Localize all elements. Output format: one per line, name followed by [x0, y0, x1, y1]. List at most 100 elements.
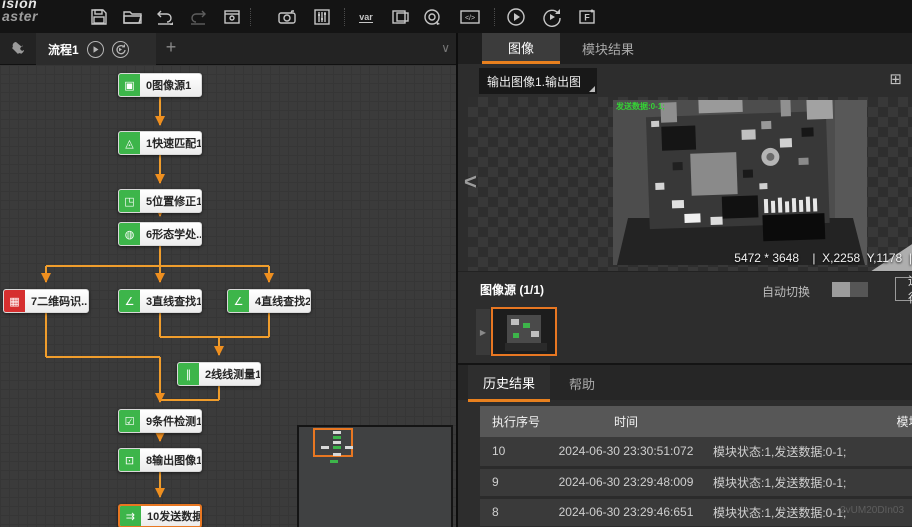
- 5-position-fix-icon: ◳: [119, 190, 140, 212]
- variable-icon[interactable]: var: [352, 6, 380, 28]
- history-header-row: 执行序号 时间 模块数据: [480, 406, 912, 437]
- auto-switch-toggle[interactable]: [832, 282, 868, 297]
- history-cell: 2024-06-30 23:29:46:651: [551, 497, 701, 527]
- image-viewer[interactable]: 发送数据:0-1; 5472 * 3648 | X,2258 Y,1178 |: [468, 97, 912, 271]
- flowchart-canvas[interactable]: ▣0图像源1◬1快速匹配1◳5位置修正1◍6形态学处...▦7二维码识...∠3…: [0, 65, 456, 527]
- flow-node-6-morphology[interactable]: ◍6形态学处...: [118, 222, 202, 246]
- image-overlay-text: 发送数据:0-1;: [616, 101, 665, 112]
- save-icon[interactable]: [88, 6, 110, 28]
- redo-icon[interactable]: [187, 6, 209, 28]
- undo-icon[interactable]: [154, 6, 176, 28]
- toolbar-separator: [344, 8, 345, 26]
- tab-history-result[interactable]: 历史结果: [468, 365, 550, 402]
- flow-node-label: 4直线查找2: [249, 290, 311, 312]
- flow-node-label: 8输出图像1: [140, 449, 202, 471]
- watermark-text: 2vUM20DIn03: [840, 505, 904, 516]
- 4-line-find-2-icon: ∠: [228, 290, 249, 312]
- 3-line-find-1-icon: ∠: [119, 290, 140, 312]
- flow-run-once-button[interactable]: [87, 41, 104, 58]
- add-flow-button[interactable]: +: [160, 37, 182, 58]
- target-run-icon[interactable]: [421, 6, 443, 28]
- svg-text:</>: </>: [465, 15, 475, 22]
- history-cell: 10: [480, 437, 551, 467]
- wrench-icon[interactable]: [10, 40, 26, 61]
- flow-node-label: 0图像源1: [140, 74, 201, 96]
- flow-node-5-position-fix[interactable]: ◳5位置修正1: [118, 189, 202, 213]
- run-button[interactable]: 运行: [895, 277, 912, 301]
- history-cell: 2024-06-30 23:29:48:009: [551, 467, 701, 497]
- tab-image[interactable]: 图像: [482, 33, 560, 64]
- view-selector-row: 输出图像1.输出图 ⊞: [458, 64, 912, 97]
- camera-icon[interactable]: [276, 6, 298, 28]
- history-cell: 9: [480, 467, 551, 497]
- previous-image-chevron-icon[interactable]: <: [464, 169, 477, 195]
- source-thumbnail[interactable]: [491, 307, 557, 356]
- image-status-readout: 5472 * 3648 | X,2258 Y,1178 |: [734, 251, 912, 265]
- flow-node-label: 9条件检测1: [140, 410, 202, 432]
- tab-module-result[interactable]: 模块结果: [560, 33, 656, 64]
- flow-node-7-qrcode[interactable]: ▦7二维码识...: [3, 289, 89, 313]
- 2-line-measure-icon: ∥: [178, 363, 199, 385]
- flow-node-2-line-measure[interactable]: ∥2线线测量1: [177, 362, 261, 386]
- script-icon[interactable]: </>: [459, 6, 481, 28]
- open-folder-icon[interactable]: [121, 6, 143, 28]
- chevron-down-icon[interactable]: ∨: [441, 41, 450, 55]
- flow-node-1-fast-match[interactable]: ◬1快速匹配1: [118, 131, 202, 155]
- col-exec-no: 执行序号: [480, 406, 551, 437]
- flow-header-bar: 流程1 + ∨: [0, 33, 456, 65]
- image-source-section: 图像源 (1/1) 自动切换 运行 ▶: [458, 271, 912, 363]
- 1-fast-match-icon: ◬: [119, 132, 140, 154]
- function-icon[interactable]: F: [576, 6, 598, 28]
- 8-output-image-icon: ⊡: [119, 449, 140, 471]
- right-panel: 图像 模块结果 输出图像1.输出图 ⊞: [456, 33, 912, 527]
- flowchart-minimap[interactable]: [297, 425, 453, 527]
- col-time: 时间: [551, 406, 701, 437]
- thumbnail-nav-icon[interactable]: ▶: [476, 309, 490, 355]
- history-row[interactable]: 102024-06-30 23:30:51:072模块状态:1,发送数据:0-1…: [480, 437, 912, 467]
- flow-node-10-send-data[interactable]: ⇉10发送数据1: [118, 504, 202, 527]
- history-cell: 8: [480, 497, 551, 527]
- col-module-data: 模块数据: [701, 406, 912, 437]
- image-source-label: 图像源 (1/1): [480, 281, 544, 298]
- flow-node-label: 6形态学处...: [140, 223, 202, 245]
- flow-run-loop-button[interactable]: [112, 41, 129, 58]
- output-image-select[interactable]: 输出图像1.输出图: [479, 68, 597, 94]
- visionmaster-logo: ision aster: [2, 0, 38, 23]
- result-tab-bar: 图像 模块结果: [458, 33, 912, 64]
- history-tab-bar: 历史结果 帮助: [458, 363, 912, 400]
- output-image-select-label: 输出图像1.输出图: [487, 73, 581, 90]
- 10-send-data-icon: ⇉: [120, 506, 141, 526]
- run-once-icon[interactable]: [505, 6, 527, 28]
- 9-condition-icon: ☑: [119, 410, 140, 432]
- lock-window-icon[interactable]: [221, 6, 243, 28]
- flow-node-3-line-find-1[interactable]: ∠3直线查找1: [118, 289, 202, 313]
- inspection-photo: [613, 100, 867, 265]
- tab-help[interactable]: 帮助: [550, 365, 614, 402]
- run-loop-icon[interactable]: [541, 6, 563, 28]
- flow-tab-label: 流程1: [48, 41, 79, 58]
- flow-node-8-output-image[interactable]: ⊡8输出图像1: [118, 448, 202, 472]
- toolbar-separator: [494, 8, 495, 26]
- top-toolbar: ision aster var </> F: [0, 0, 912, 33]
- flow-node-4-line-find-2[interactable]: ∠4直线查找2: [227, 289, 311, 313]
- select-corner-triangle: [589, 86, 595, 92]
- flow-node-label: 7二维码识...: [25, 290, 89, 312]
- history-cell: 模块状态:1,发送数据:0-1;: [701, 467, 912, 497]
- flow-node-label: 2线线测量1: [199, 363, 261, 385]
- settings-sliders-icon[interactable]: [311, 6, 333, 28]
- flow-node-label: 1快速匹配1: [140, 132, 202, 154]
- flow-node-label: 5位置修正1: [140, 190, 202, 212]
- history-row[interactable]: 92024-06-30 23:29:48:009模块状态:1,发送数据:0-1;: [480, 467, 912, 497]
- fit-view-icon[interactable]: ⊞: [889, 70, 902, 88]
- thumbnail-image: [493, 309, 555, 354]
- 0-image-source-icon: ▣: [119, 74, 140, 96]
- flow-node-0-image-source[interactable]: ▣0图像源1: [118, 73, 202, 97]
- flow-node-9-condition[interactable]: ☑9条件检测1: [118, 409, 202, 433]
- flow-tab[interactable]: 流程1: [36, 33, 156, 65]
- toolbar-separator: [250, 8, 251, 26]
- 6-morphology-icon: ◍: [119, 223, 140, 245]
- module-icon[interactable]: [389, 6, 411, 28]
- 7-qrcode-icon: ▦: [4, 290, 25, 312]
- history-cell: 2024-06-30 23:30:51:072: [551, 437, 701, 467]
- flow-node-label: 10发送数据1: [141, 506, 202, 526]
